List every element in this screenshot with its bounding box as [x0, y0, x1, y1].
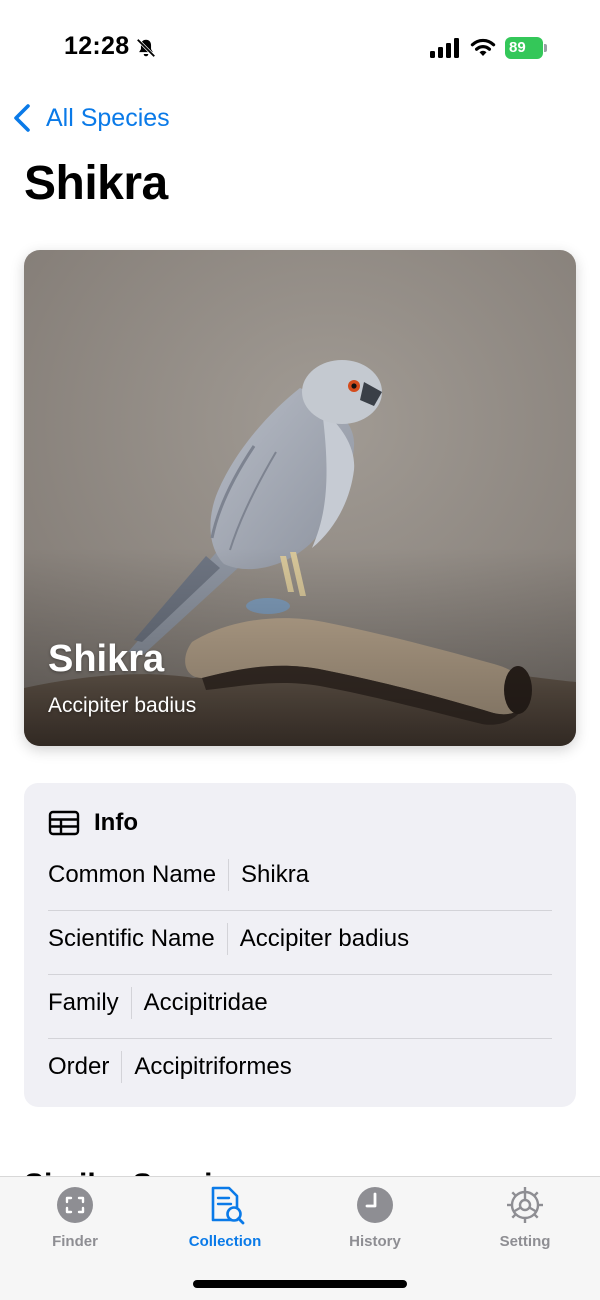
back-button[interactable]: All Species — [12, 98, 170, 138]
info-row-label: Order — [48, 1051, 123, 1083]
wifi-icon — [470, 38, 496, 56]
info-row-family: Family Accipitridae — [48, 971, 552, 1035]
battery-charging-icon: 89 — [505, 37, 547, 59]
info-row-label: Family — [48, 987, 132, 1019]
info-row-value: Accipitriformes — [134, 1053, 292, 1080]
info-row-value: Shikra — [241, 861, 310, 888]
info-card: Info Common Name Shikra Scientific Name … — [24, 783, 576, 1107]
battery-level: 89 — [505, 37, 543, 59]
gear-icon — [507, 1187, 543, 1223]
tab-label: Finder — [52, 1233, 98, 1250]
info-row-label: Common Name — [48, 859, 230, 891]
info-row-common-name: Common Name Shikra — [48, 843, 552, 907]
tab-history[interactable]: History — [315, 1185, 435, 1255]
tab-label: Setting — [499, 1233, 551, 1250]
clock-icon — [357, 1187, 393, 1223]
info-row-scientific-name: Scientific Name Accipiter badius — [48, 907, 552, 971]
tab-label: History — [349, 1233, 401, 1250]
status-bar: 12:28 89 — [0, 0, 600, 96]
chevron-left-icon — [14, 104, 30, 132]
home-indicator[interactable] — [193, 1280, 407, 1288]
signal-icon — [430, 38, 459, 58]
info-header: Info — [48, 807, 138, 839]
tab-finder[interactable]: Finder — [15, 1185, 135, 1255]
species-hero-card[interactable]: Shikra Accipiter badius — [24, 250, 576, 746]
status-time: 12:28 — [64, 32, 130, 60]
info-heading: Info — [94, 809, 138, 836]
back-label: All Species — [46, 103, 170, 132]
info-row-value: Accipiter badius — [239, 925, 410, 952]
info-row-order: Order Accipitriformes — [48, 1035, 552, 1099]
hero-subtitle: Accipiter badius — [48, 694, 197, 717]
info-row-value: Accipitridae — [143, 989, 268, 1016]
tab-setting[interactable]: Setting — [465, 1185, 585, 1255]
tab-label: Collection — [188, 1233, 262, 1250]
info-row-label: Scientific Name — [48, 923, 228, 955]
tab-collection[interactable]: Collection — [165, 1185, 285, 1255]
table-icon — [48, 810, 80, 836]
hero-title: Shikra — [48, 638, 165, 680]
viewfinder-icon — [57, 1187, 93, 1223]
page-title: Shikra — [24, 157, 168, 210]
bell-slash-icon — [136, 38, 156, 58]
document-search-icon — [211, 1186, 245, 1225]
